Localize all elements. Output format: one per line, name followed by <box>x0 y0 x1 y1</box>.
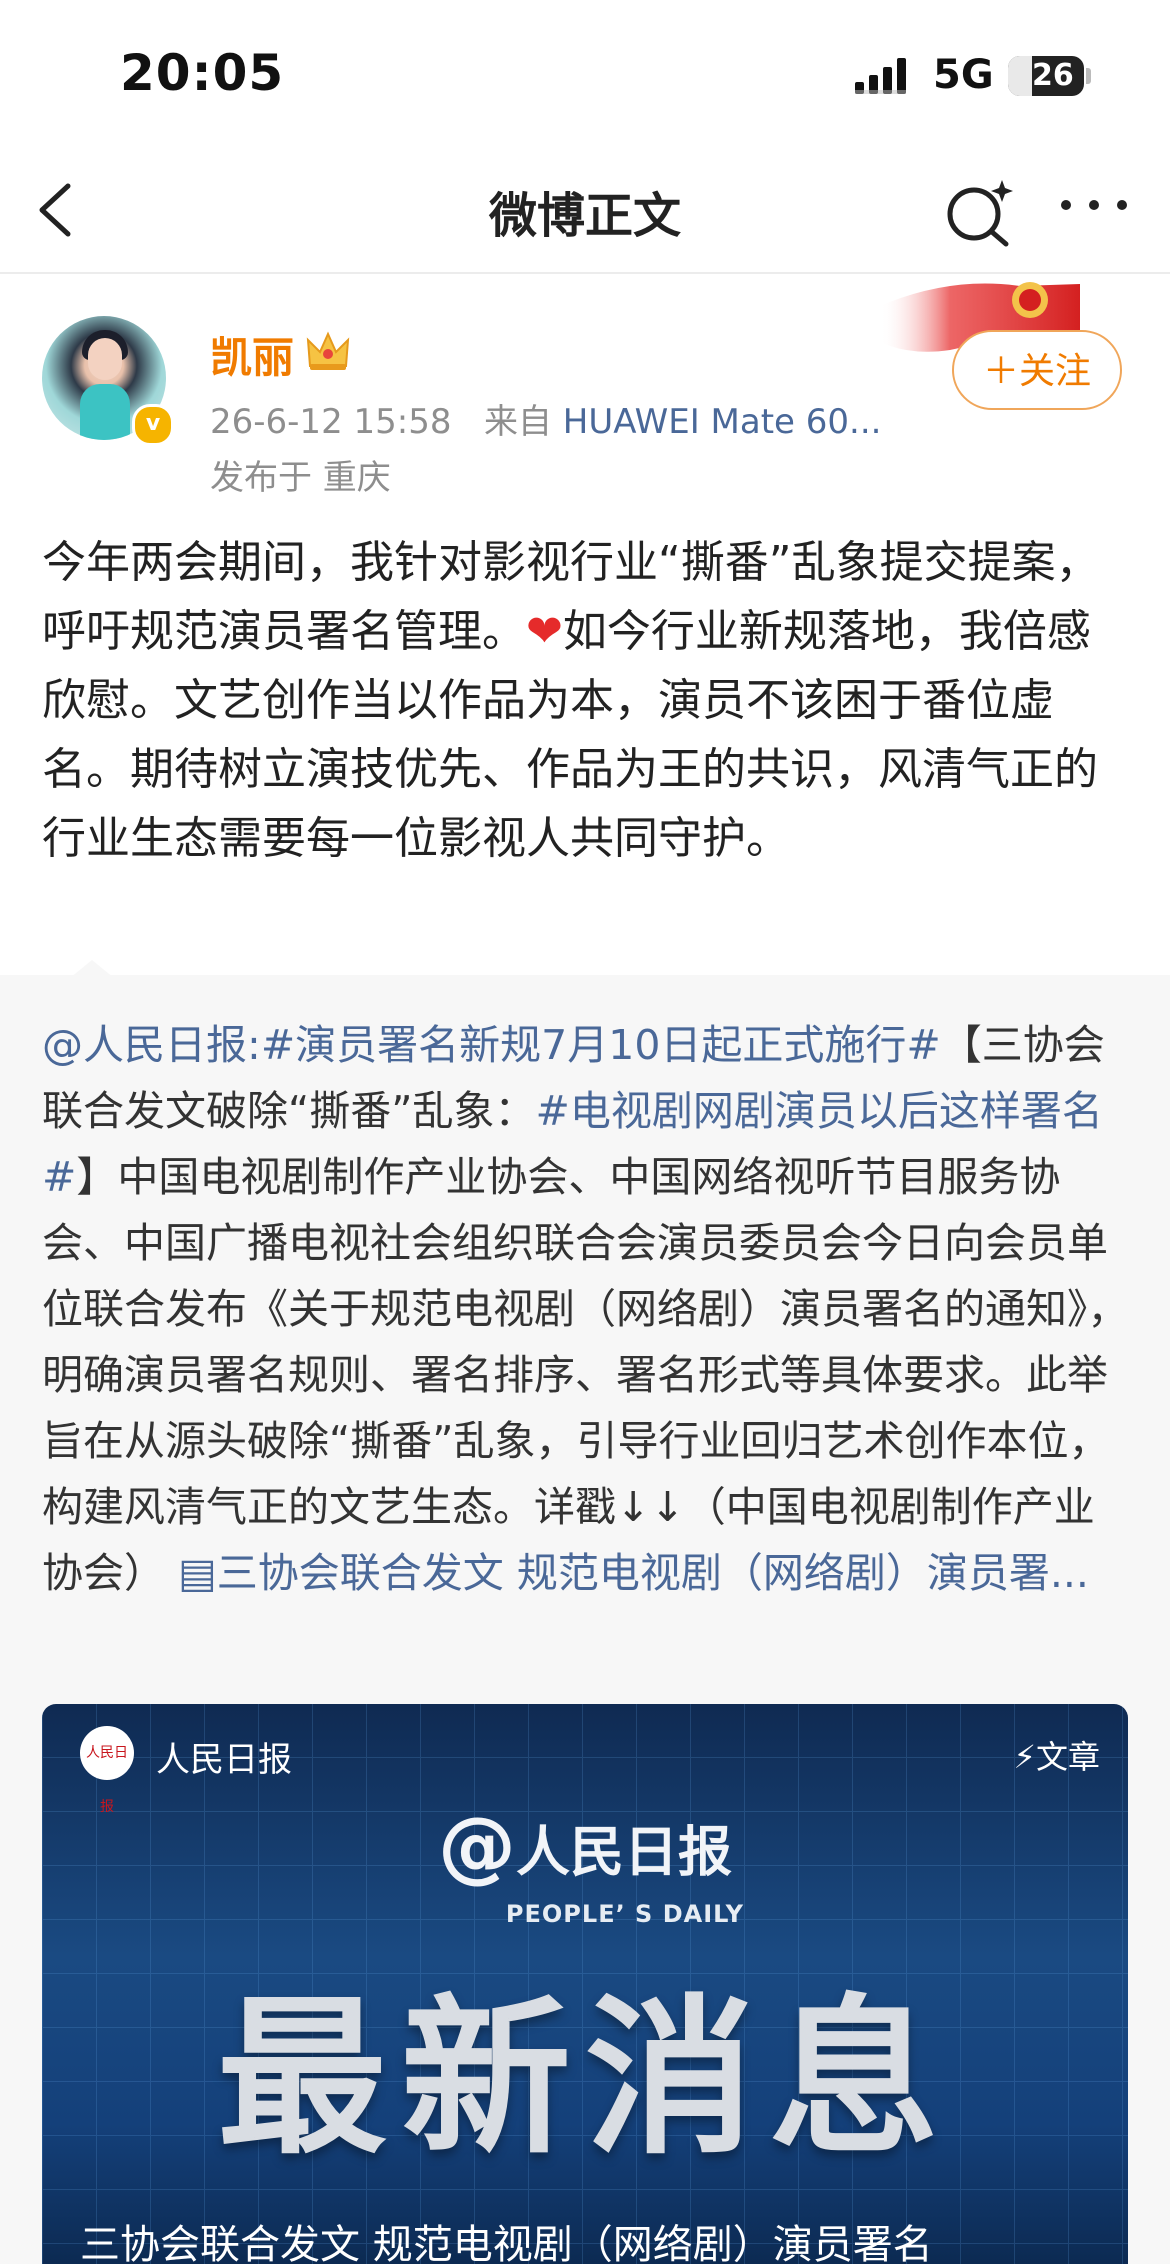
source-logo: 人民日报 <box>80 1726 134 1815</box>
signal-icon <box>855 58 906 94</box>
post-time: 26-6-12 15:58 <box>210 402 452 442</box>
mention-link[interactable]: @人民日报 <box>42 1021 247 1069</box>
status-time: 20:05 <box>120 44 285 102</box>
battery-tip <box>1086 68 1091 84</box>
article-card[interactable]: 人民日报 人民日报 ⚡文章 @人民日报 PEOPLE’ S DAILY 最新消息… <box>42 1704 1128 2264</box>
post-device[interactable]: HUAWEI Mate 60... <box>563 402 882 442</box>
article-link[interactable]: ▤三协会联合发文 规范电视剧（网络剧）演员署... <box>178 1549 1089 1597</box>
network-type: 5G <box>933 52 994 98</box>
post-location: 发布于 重庆 <box>210 458 391 498</box>
verified-badge-icon: v <box>132 404 174 446</box>
nav-bar: 微博正文 <box>0 150 1170 274</box>
brand-name: 人民日报 <box>516 1820 732 1884</box>
heart-icon: ❤ <box>526 606 563 657</box>
follow-button[interactable]: ＋关注 <box>952 330 1122 410</box>
post-text: 今年两会期间，我针对影视行业“撕番”乱象提交提案，呼吁规范演员署名管理。❤如今行… <box>42 528 1132 873</box>
status-bar: 20:05 5G 26 <box>0 0 1170 150</box>
mention-colon: : <box>247 1021 261 1069</box>
card-headline: 最新消息 <box>216 1980 953 2178</box>
card-caption: 三协会联合发文 规范电视剧（网络剧）演员署名 <box>80 2222 933 2264</box>
search-icon[interactable] <box>942 176 1014 248</box>
more-icon[interactable] <box>1058 190 1130 220</box>
topic-link-1[interactable]: #演员署名新规7月10日起正式施行# <box>261 1021 941 1069</box>
crown-icon <box>306 331 350 370</box>
card-type-label: ⚡文章 <box>1013 1738 1100 1776</box>
battery-icon: 26 <box>1008 56 1084 96</box>
post-author-name[interactable]: 凯丽 <box>210 324 294 385</box>
post-meta: 26-6-12 15:58 来自 HUAWEI Mate 60... <box>210 394 881 443</box>
repost-text-2: 】中国电视剧制作产业协会、中国网络视听节目服务协会、中国广播电视社会组织联合会演… <box>42 1153 1129 1597</box>
brand-at-icon: @ <box>438 1802 516 1892</box>
card-source: 人民日报 <box>156 1740 292 1780</box>
post-source-prefix: 来自 <box>483 402 552 442</box>
brand-subtitle: PEOPLE’ S DAILY <box>505 1900 745 1928</box>
battery-level: 26 <box>1032 58 1074 93</box>
repost-text: @人民日报:#演员署名新规7月10日起正式施行#【三协会联合发文破除“撕番”乱象… <box>42 1012 1132 1606</box>
card-brand: @人民日报 <box>42 1802 1128 1892</box>
